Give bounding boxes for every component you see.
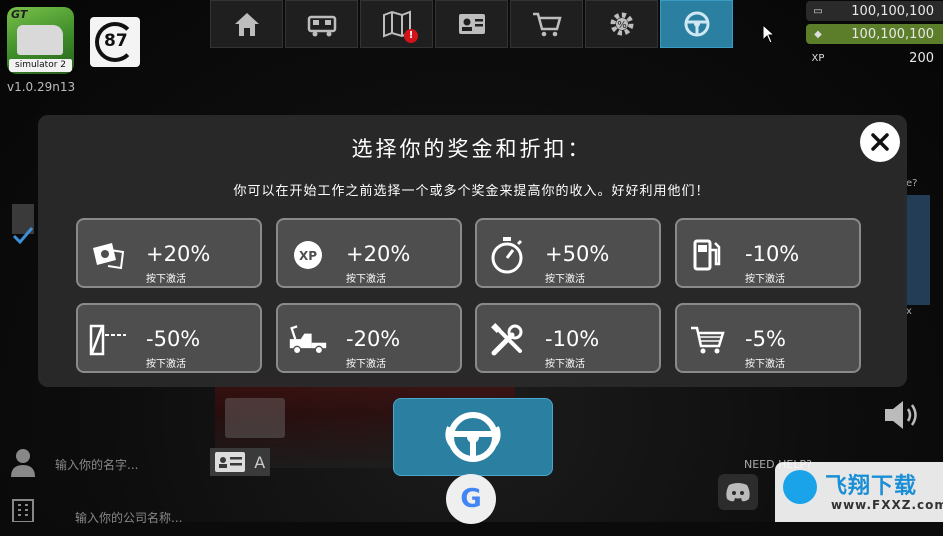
logo-truck-image: [17, 25, 63, 55]
bonus-value: +20%: [146, 242, 211, 266]
nav-settings-button[interactable]: %: [585, 0, 658, 48]
money-counter: ▭ 100,100,100: [806, 1, 943, 21]
close-icon: [871, 133, 889, 151]
person-icon: [11, 449, 35, 477]
bonus-tow-tile[interactable]: -20% 按下激活: [276, 303, 462, 373]
svg-text:XP: XP: [299, 249, 317, 263]
gem-icon: ◆: [814, 28, 822, 40]
name-input[interactable]: 输入你的名字...: [55, 445, 205, 483]
bonus-time-tile[interactable]: +50% 按下激活: [475, 218, 661, 288]
company-building-icon: [12, 499, 34, 522]
badge-number: 87: [104, 31, 128, 51]
google-icon: G: [460, 484, 482, 514]
xp-icon: XP: [811, 52, 825, 64]
close-button[interactable]: [860, 122, 900, 162]
level-badge: 87: [90, 17, 140, 67]
bonus-fuel-tile[interactable]: -10% 按下激活: [675, 218, 861, 288]
logo-gt-text: GT: [11, 8, 28, 21]
start-drive-button[interactable]: [393, 398, 553, 476]
id-card-button[interactable]: A: [210, 448, 270, 476]
mouse-cursor-icon: [762, 24, 776, 44]
bonus-value: +20%: [346, 242, 411, 266]
id-card-letter: A: [254, 452, 266, 472]
money-value: 100,100,100: [851, 3, 934, 19]
left-partial-panel: [10, 196, 38, 256]
steering-wheel-icon: [684, 11, 709, 37]
bonus-value: -20%: [346, 327, 401, 351]
xp-bonus-icon: XP: [288, 235, 328, 275]
bonus-xp-tile[interactable]: XP +20% 按下激活: [276, 218, 462, 288]
discord-icon: [726, 483, 750, 502]
gem-counter: ◆ 100,100,100: [806, 24, 943, 44]
repair-tools-icon: [487, 320, 527, 360]
money-icon: ▭: [813, 5, 823, 17]
bonus-value: -5%: [745, 327, 786, 351]
bonus-activate-label: 按下激活: [545, 274, 585, 285]
modal-title: 选择你的奖金和折扣：: [351, 137, 592, 161]
modal-subtitle: 你可以在开始工作之前选择一个或多个奖金来提高你的收入。好好利用他们！: [233, 184, 710, 199]
bonus-activate-label: 按下激活: [545, 359, 585, 370]
bonus-activate-label: 按下激活: [346, 274, 386, 285]
nav-profile-button[interactable]: [435, 0, 508, 48]
home-icon: [234, 13, 259, 36]
bonus-value: -10%: [745, 242, 800, 266]
steering-wheel-icon: [445, 412, 501, 462]
settings-gear-icon: %: [610, 12, 633, 36]
version-label: v1.0.29n13: [7, 80, 76, 94]
shop-cart-icon: [687, 320, 727, 360]
game-logo: GT simulator 2: [7, 7, 74, 74]
bonus-value: +50%: [545, 242, 610, 266]
toll-gate-icon: [88, 320, 128, 360]
svg-text:%: %: [617, 20, 627, 31]
bonus-repair-tile[interactable]: -10% 按下激活: [475, 303, 661, 373]
stopwatch-icon: [487, 235, 527, 275]
truck-grille-image: [225, 398, 285, 438]
company-name-input[interactable]: 输入你的公司名称...: [75, 498, 245, 536]
right-partial-panel: [904, 195, 930, 305]
profile-card-icon: [458, 14, 485, 34]
garage-icon: [307, 15, 336, 37]
bonus-activate-label: 按下激活: [146, 274, 186, 285]
watermark-url: www.FXXZ.com: [831, 498, 943, 512]
bonus-activate-label: 按下激活: [146, 359, 186, 370]
money-bonus-icon: [88, 235, 128, 275]
nav-shop-button[interactable]: [510, 0, 583, 48]
google-login-button[interactable]: G: [446, 474, 496, 524]
watermark-text: 飞翔下载: [825, 474, 918, 499]
speaker-icon[interactable]: [883, 398, 923, 432]
discord-button[interactable]: [718, 474, 758, 510]
gem-value: 100,100,100: [851, 26, 934, 42]
xp-value: 200: [909, 50, 934, 66]
bonus-money-tile[interactable]: +20% 按下激活: [76, 218, 262, 288]
bonus-value: -50%: [146, 327, 201, 351]
nav-home-button[interactable]: [210, 0, 283, 48]
nav-map-button[interactable]: !: [360, 0, 433, 48]
shop-cart-icon: [532, 12, 562, 37]
tow-truck-icon: [288, 320, 328, 360]
bonus-toll-tile[interactable]: -50% 按下激活: [76, 303, 262, 373]
bonus-activate-label: 按下激活: [745, 274, 785, 285]
bonus-activate-label: 按下激活: [346, 359, 386, 370]
bonus-value: -10%: [545, 327, 600, 351]
site-watermark: 飞翔下载 www.FXXZ.com: [775, 462, 943, 522]
top-nav-bar: ! %: [210, 0, 735, 50]
fuel-pump-icon: [687, 235, 727, 275]
id-card-icon: [214, 452, 245, 472]
map-notification-badge: !: [404, 29, 418, 43]
nav-garage-button[interactable]: [285, 0, 358, 48]
xp-counter: XP 200: [806, 48, 943, 68]
nav-drive-button[interactable]: [660, 0, 733, 48]
bonus-activate-label: 按下激活: [745, 359, 785, 370]
bonus-shop-tile[interactable]: -5% 按下激活: [675, 303, 861, 373]
watermark-logo-icon: [783, 470, 817, 504]
logo-simulator-text: simulator 2: [9, 59, 72, 72]
